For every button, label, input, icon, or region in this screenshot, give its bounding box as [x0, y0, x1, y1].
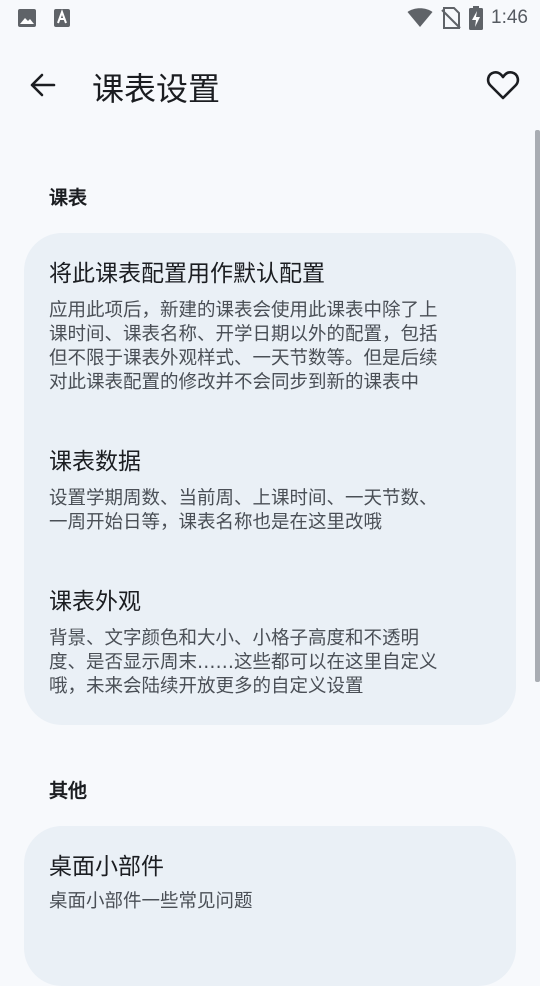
- back-arrow-icon[interactable]: [28, 70, 58, 100]
- scrollbar[interactable]: [535, 130, 540, 682]
- battery-charging-icon: [469, 6, 484, 30]
- setting-item-widget[interactable]: 桌面小部件 桌面小部件一些常见问题: [49, 852, 499, 914]
- no-sim-icon: [441, 7, 461, 29]
- setting-item-desc: 设置学期周数、当前周、上课时间、一天节数、 一周开始日等，课表名称也是在这里改哦: [49, 488, 438, 533]
- heart-icon[interactable]: [486, 68, 520, 102]
- setting-item-desc: 背景、文字颜色和大小、小格子高度和不透明 度、是否显示周末……这些都可以在这里自…: [49, 628, 438, 697]
- status-bar: 1:46: [0, 0, 540, 36]
- setting-item-default-config[interactable]: 将此课表配置用作默认配置 应用此项后，新建的课表会使用此课表中除了上 课时间、课…: [49, 259, 499, 395]
- image-icon: [18, 9, 36, 27]
- setting-item-schedule-appearance[interactable]: 课表外观 背景、文字颜色和大小、小格子高度和不透明 度、是否显示周末……这些都可…: [49, 587, 499, 699]
- section-title-schedule: 课表: [49, 187, 88, 209]
- page-title: 课表设置: [92, 70, 221, 108]
- setting-item-schedule-data[interactable]: 课表数据 设置学期周数、当前周、上课时间、一天节数、 一周开始日等，课表名称也是…: [49, 447, 499, 535]
- setting-item-title: 课表数据: [49, 449, 141, 475]
- setting-item-desc: 桌面小部件一些常见问题: [49, 891, 253, 912]
- app-bar: 课表设置: [0, 50, 540, 120]
- setting-item-desc: 应用此项后，新建的课表会使用此课表中除了上 课时间、课表名称、开学日期以外的配置…: [49, 300, 438, 393]
- setting-item-title: 将此课表配置用作默认配置: [49, 261, 325, 287]
- settings-card-schedule: 将此课表配置用作默认配置 应用此项后，新建的课表会使用此课表中除了上 课时间、课…: [24, 233, 516, 725]
- section-title-other: 其他: [49, 780, 88, 802]
- text-icon: [54, 9, 70, 27]
- settings-card-other: 桌面小部件 桌面小部件一些常见问题: [24, 826, 516, 986]
- setting-item-title: 桌面小部件: [49, 854, 164, 880]
- wifi-icon: [407, 8, 433, 27]
- setting-item-title: 课表外观: [49, 589, 141, 615]
- status-time: 1:46: [491, 7, 528, 28]
